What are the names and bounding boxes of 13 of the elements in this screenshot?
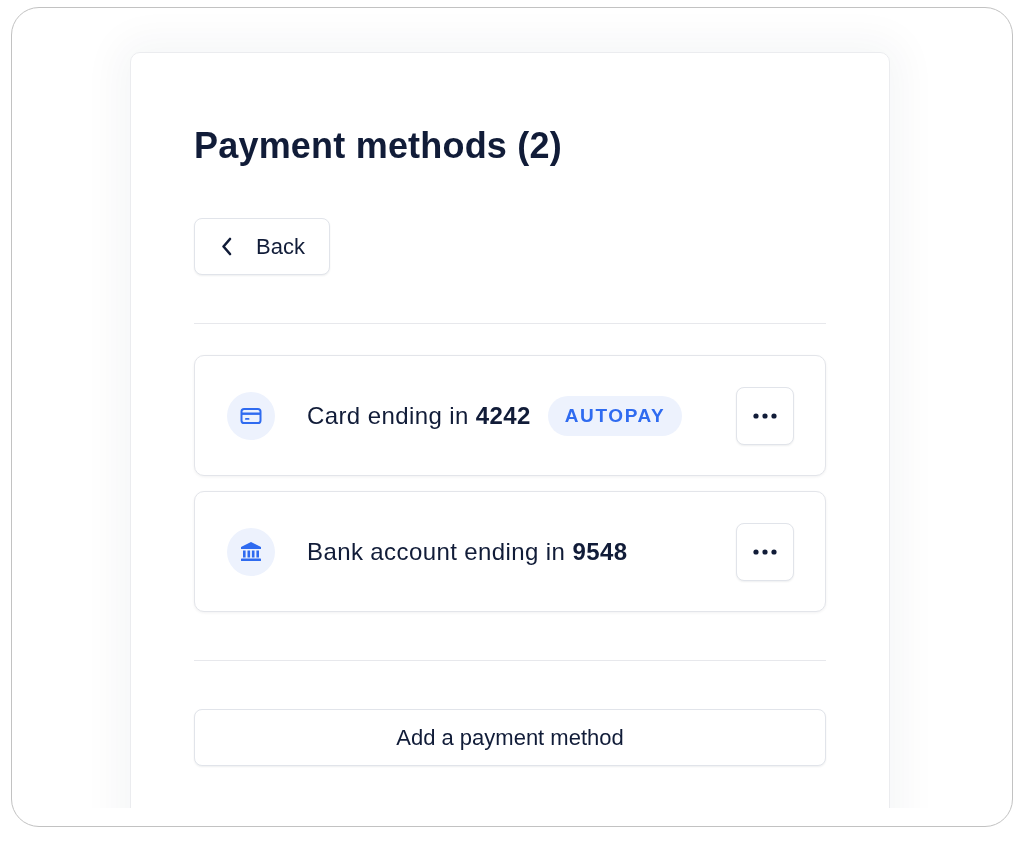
more-icon bbox=[753, 549, 777, 556]
more-icon bbox=[753, 413, 777, 420]
credit-card-icon bbox=[227, 392, 275, 441]
back-button[interactable]: Back bbox=[194, 218, 330, 276]
payment-method-label: Card ending in 4242 bbox=[307, 401, 531, 432]
more-options-button[interactable] bbox=[736, 387, 794, 446]
add-payment-method-button[interactable]: Add a payment method bbox=[194, 709, 826, 767]
bank-building-icon bbox=[227, 528, 275, 577]
more-options-button[interactable] bbox=[736, 523, 794, 582]
page-title: Payment methods (2) bbox=[194, 124, 563, 168]
payment-method-label: Bank account ending in 9548 bbox=[307, 537, 628, 568]
chevron-left-icon bbox=[221, 237, 233, 257]
autopay-badge: AUTOPAY bbox=[547, 396, 683, 437]
